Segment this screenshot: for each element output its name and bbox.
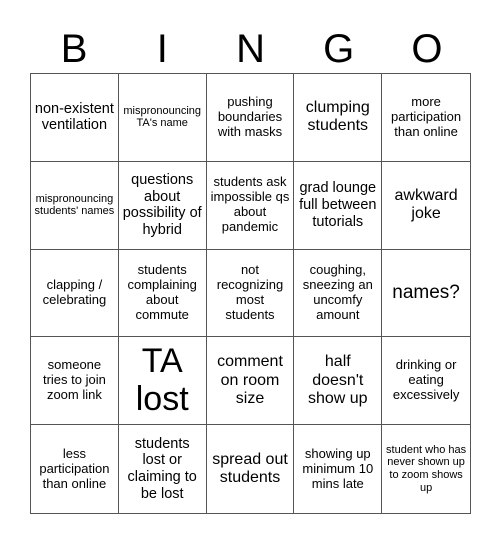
bingo-header: B I N G O — [30, 26, 471, 72]
bingo-cell[interactable]: mispronouncing students' names — [31, 161, 119, 250]
bingo-cell[interactable]: students lost or claiming to be lost — [119, 425, 207, 513]
bingo-cell[interactable]: showing up minimum 10 mins late — [294, 425, 383, 513]
bingo-cell[interactable]: students ask impossible qs about pandemi… — [206, 161, 295, 250]
bingo-cell[interactable]: names? — [382, 250, 470, 338]
bingo-cell[interactable]: someone tries to join zoom link — [31, 337, 119, 426]
bingo-cell[interactable]: half doesn't show up — [294, 337, 383, 426]
bingo-cell[interactable]: comment on room size — [206, 337, 295, 426]
header-letter-g: G — [323, 27, 355, 71]
bingo-cell[interactable]: non-existent ventilation — [31, 74, 119, 162]
bingo-cell[interactable]: student who has never shown up to zoom s… — [382, 425, 470, 513]
bingo-cell[interactable]: TA lost — [118, 337, 207, 426]
bingo-cell[interactable]: less participation than online — [31, 425, 119, 513]
bingo-cell[interactable]: clapping / celebrating — [31, 249, 119, 338]
bingo-cell[interactable]: spread out students — [207, 425, 295, 513]
bingo-cell[interactable]: more participation than online — [382, 74, 470, 162]
bingo-grid: non-existent ventilation mispronouncing … — [30, 73, 471, 514]
bingo-cell[interactable]: not recognizing most students — [206, 249, 295, 338]
header-letter-i: I — [156, 27, 168, 71]
bingo-cell[interactable]: clumping students — [294, 74, 383, 162]
bingo-cell[interactable]: awkward joke — [382, 162, 470, 250]
bingo-cell[interactable]: students complaining about commute — [118, 249, 207, 338]
bingo-cell[interactable]: pushing boundaries with masks — [206, 74, 295, 162]
header-letter-o: O — [411, 27, 443, 71]
bingo-cell[interactable]: coughing, sneezing an uncomfy amount — [294, 249, 383, 338]
bingo-cell[interactable]: questions about possibility of hybrid — [118, 161, 207, 250]
bingo-cell[interactable]: drinking or eating excessively — [382, 337, 470, 426]
header-letter-b: B — [60, 27, 88, 71]
bingo-cell[interactable]: grad lounge full between tutorials — [294, 161, 383, 250]
header-letter-n: N — [236, 27, 265, 71]
bingo-cell[interactable]: mispronouncing TA's name — [118, 74, 207, 162]
